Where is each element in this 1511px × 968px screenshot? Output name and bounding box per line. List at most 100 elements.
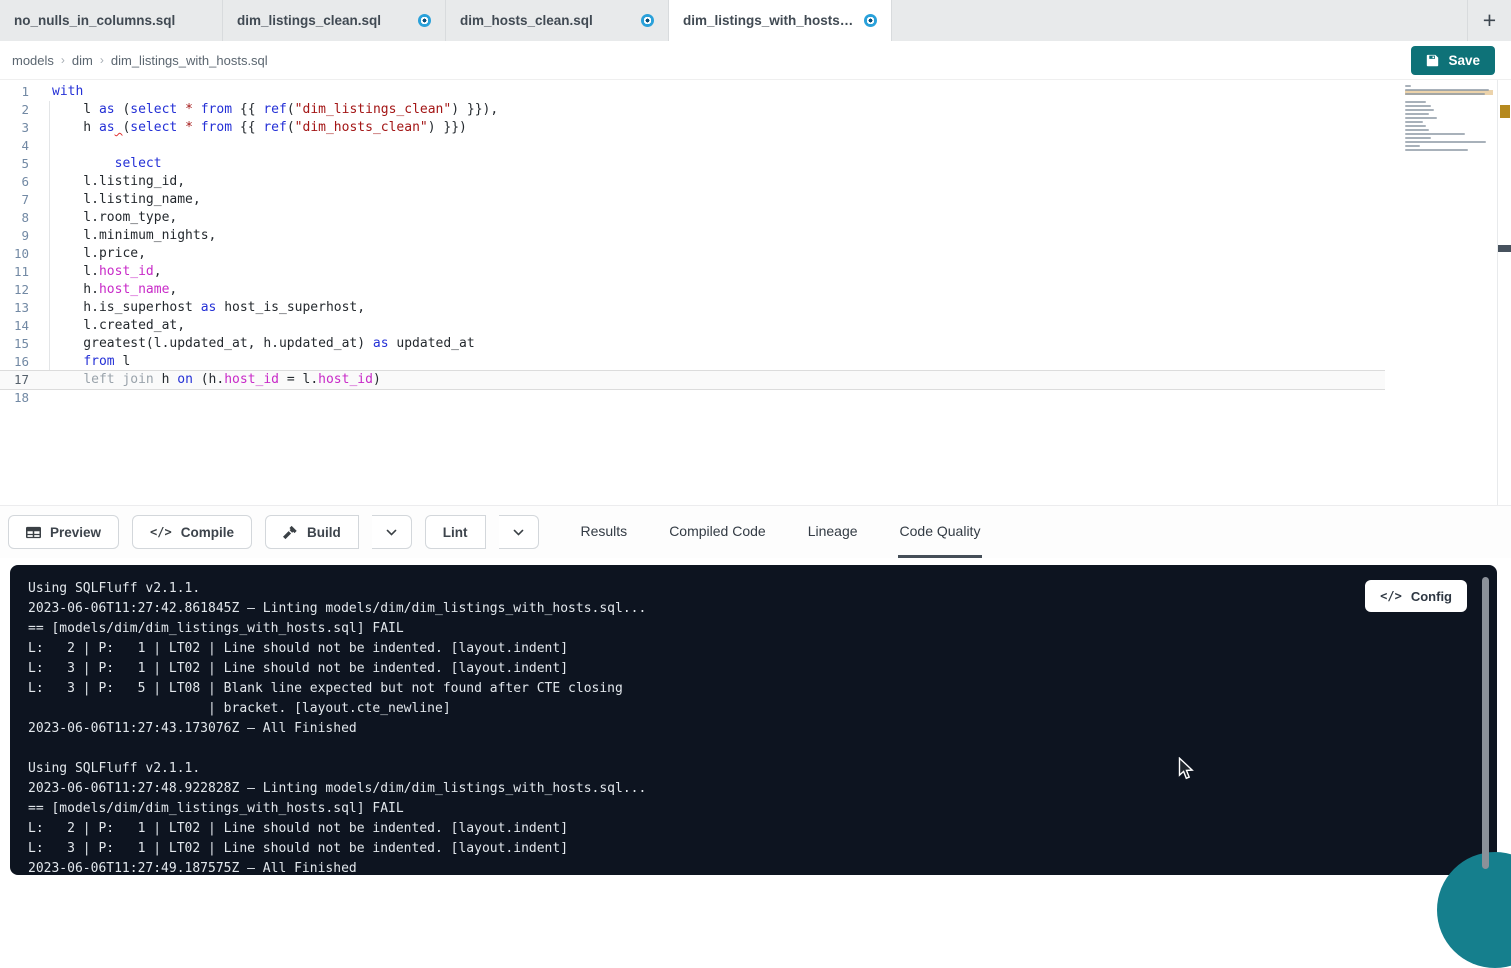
code-text <box>46 137 52 155</box>
code-line[interactable]: 1with <box>0 83 1385 101</box>
lint-button[interactable]: Lint <box>425 515 486 549</box>
code-line[interactable]: 3 h as (select * from {{ ref("dim_hosts_… <box>0 119 1385 137</box>
minimap-line <box>1405 113 1429 115</box>
warning-marker <box>1500 105 1510 118</box>
code-line-current[interactable]: 17 left join h on (h.host_id = l.host_id… <box>0 371 1385 389</box>
code-text <box>46 389 52 407</box>
minimap-line <box>1405 105 1431 107</box>
save-icon <box>1426 54 1439 67</box>
line-number: 17 <box>0 371 46 389</box>
lint-button-label: Lint <box>443 525 468 540</box>
minimap-line <box>1405 129 1429 131</box>
code-line[interactable]: 8 l.room_type, <box>0 209 1385 227</box>
panel-tab-bar: Results Compiled Code Lineage Code Quality <box>579 506 983 558</box>
line-number: 1 <box>0 83 46 101</box>
panel-tab-compiled-code[interactable]: Compiled Code <box>667 506 768 558</box>
file-tab[interactable]: dim_listings_with_hosts.sql <box>669 0 892 41</box>
code-brackets-icon: </> <box>150 525 172 539</box>
preview-icon <box>26 525 41 540</box>
code-text: l.created_at, <box>46 317 185 335</box>
code-brackets-icon: </> <box>1380 589 1402 603</box>
save-button-label: Save <box>1448 53 1480 68</box>
compile-button-label: Compile <box>181 525 234 540</box>
lint-dropdown-button[interactable] <box>499 515 539 549</box>
file-tab-label: no_nulls_in_columns.sql <box>14 13 175 28</box>
config-button-label: Config <box>1411 589 1452 604</box>
line-number: 15 <box>0 335 46 353</box>
line-number: 10 <box>0 245 46 263</box>
line-number: 13 <box>0 299 46 317</box>
minimap-line <box>1405 149 1468 151</box>
minimap-line <box>1405 145 1420 147</box>
code-text: l.price, <box>46 245 146 263</box>
code-line[interactable]: 11 l.host_id, <box>0 263 1385 281</box>
code-text: h as (select * from {{ ref("dim_hosts_cl… <box>46 119 467 137</box>
code-line[interactable]: 13 h.is_superhost as host_is_superhost, <box>0 299 1385 317</box>
panel-tab-lineage[interactable]: Lineage <box>806 506 860 558</box>
line-number: 18 <box>0 389 46 407</box>
unsaved-changes-icon <box>418 14 431 27</box>
file-tab-label: dim_hosts_clean.sql <box>460 13 593 28</box>
overview-ruler[interactable] <box>1497 80 1511 505</box>
breadcrumb-item[interactable]: dim <box>72 53 93 68</box>
breadcrumb-item[interactable]: models <box>12 53 54 68</box>
code-text: h.host_name, <box>46 281 177 299</box>
code-line[interactable]: 9 l.minimum_nights, <box>0 227 1385 245</box>
terminal-line: L: 3 | P: 5 | LT08 | Blank line expected… <box>28 679 1497 699</box>
terminal-scrollbar[interactable] <box>1482 577 1489 869</box>
new-tab-button[interactable]: + <box>1467 0 1511 41</box>
code-editor[interactable]: 1with2 l as (select * from {{ ref("dim_l… <box>0 80 1511 505</box>
code-text: l.listing_name, <box>46 191 201 209</box>
preview-button-label: Preview <box>50 525 101 540</box>
build-button[interactable]: Build <box>265 515 359 549</box>
terminal-line: Using SQLFluff v2.1.1. <box>28 579 1497 599</box>
terminal-line: == [models/dim/dim_listings_with_hosts.s… <box>28 619 1497 639</box>
config-button[interactable]: </> Config <box>1365 580 1467 612</box>
terminal-line: 2023-06-06T11:27:48.922828Z — Linting mo… <box>28 779 1497 799</box>
line-number: 6 <box>0 173 46 191</box>
panel-tab-results[interactable]: Results <box>579 506 630 558</box>
chevron-down-icon <box>512 526 525 539</box>
code-text: l as (select * from {{ ref("dim_listings… <box>46 101 498 119</box>
code-line[interactable]: 4 <box>0 137 1385 155</box>
code-text: with <box>46 83 83 101</box>
code-line[interactable]: 7 l.listing_name, <box>0 191 1385 209</box>
terminal-line: L: 3 | P: 1 | LT02 | Line should not be … <box>28 659 1497 679</box>
code-text: select <box>46 155 162 173</box>
save-button[interactable]: Save <box>1411 46 1495 75</box>
compile-button[interactable]: </> Compile <box>132 515 252 549</box>
code-text: l.minimum_nights, <box>46 227 216 245</box>
line-number: 12 <box>0 281 46 299</box>
breadcrumb-item[interactable]: dim_listings_with_hosts.sql <box>111 53 268 68</box>
hammer-icon <box>283 525 298 540</box>
panel-tab-code-quality[interactable]: Code Quality <box>898 506 983 558</box>
terminal-line: 2023-06-06T11:27:42.861845Z — Linting mo… <box>28 599 1497 619</box>
breadcrumb: models›dim›dim_listings_with_hosts.sql <box>12 53 268 68</box>
file-tab[interactable]: no_nulls_in_columns.sql <box>0 0 223 41</box>
code-line[interactable]: 5 select <box>0 155 1385 173</box>
code-line[interactable]: 12 h.host_name, <box>0 281 1385 299</box>
file-tab[interactable]: dim_listings_clean.sql <box>223 0 446 41</box>
file-tab[interactable]: dim_hosts_clean.sql <box>446 0 669 41</box>
line-number: 5 <box>0 155 46 173</box>
code-line[interactable]: 10 l.price, <box>0 245 1385 263</box>
minimap-line <box>1405 137 1431 139</box>
minimap-line <box>1405 121 1423 123</box>
terminal-output[interactable]: Using SQLFluff v2.1.1.2023-06-06T11:27:4… <box>10 565 1497 875</box>
code-line[interactable]: 14 l.created_at, <box>0 317 1385 335</box>
line-number: 8 <box>0 209 46 227</box>
terminal-line: 2023-06-06T11:27:49.187575Z — All Finish… <box>28 859 1497 875</box>
scrollbar-thumb[interactable] <box>1498 245 1511 252</box>
code-line[interactable]: 15 greatest(l.updated_at, h.updated_at) … <box>0 335 1385 353</box>
build-dropdown-button[interactable] <box>372 515 412 549</box>
minimap-line <box>1405 125 1426 127</box>
file-tab-bar: no_nulls_in_columns.sql dim_listings_clea… <box>0 0 1511 41</box>
line-number: 7 <box>0 191 46 209</box>
preview-button[interactable]: Preview <box>8 515 119 549</box>
code-line[interactable]: 6 l.listing_id, <box>0 173 1385 191</box>
code-line[interactable]: 2 l as (select * from {{ ref("dim_listin… <box>0 101 1385 119</box>
code-line[interactable]: 16 from l <box>0 353 1385 371</box>
line-number: 4 <box>0 137 46 155</box>
minimap[interactable] <box>1405 85 1493 157</box>
code-line[interactable]: 18 <box>0 389 1385 407</box>
